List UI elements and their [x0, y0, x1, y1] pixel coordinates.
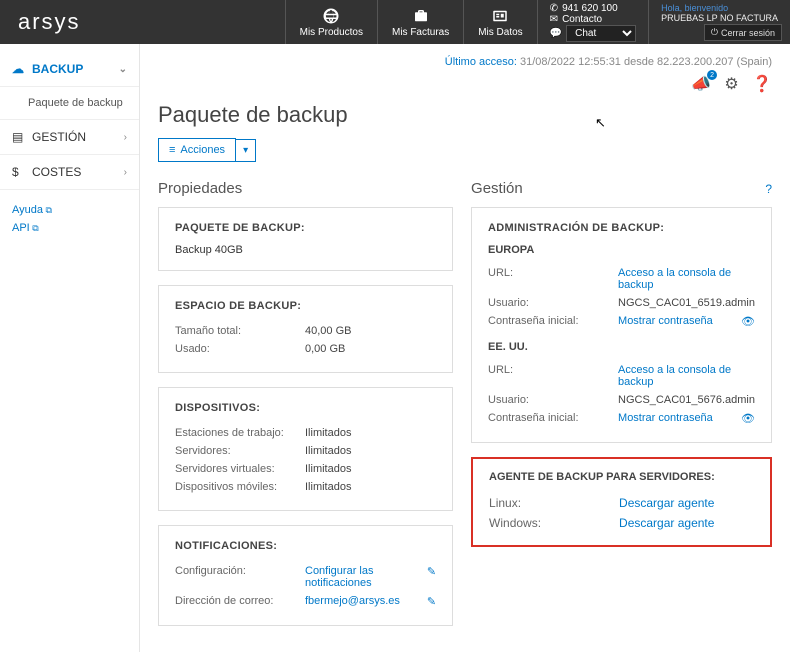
chevron-right-icon: ›: [124, 132, 127, 143]
eye-icon[interactable]: 👁: [741, 315, 755, 328]
sidebar-item-backup[interactable]: ☁ BACKUP ⌄: [0, 52, 139, 87]
logo: arsys: [0, 0, 200, 44]
sidebar-item-costes[interactable]: $ COSTES ›: [0, 155, 139, 190]
chevron-right-icon: ›: [124, 167, 127, 178]
actions-caret[interactable]: ▾: [236, 139, 256, 162]
sidebar-item-gestion[interactable]: ▤ GESTIÓN ›: [0, 120, 139, 155]
globe-icon: [322, 7, 340, 25]
chat-icon: 💬: [550, 28, 562, 39]
link-correo-notif[interactable]: fbermejo@arsys.es: [305, 595, 400, 607]
link-mostrar-pwd-eu[interactable]: Mostrar contraseña: [618, 315, 713, 327]
section-propiedades: Propiedades: [158, 180, 453, 197]
card-espacio: ESPACIO DE BACKUP: Tamaño total:40,00 GB…: [158, 285, 453, 373]
topbar: arsys Mis Productos Mis Facturas Mis Dat…: [0, 0, 790, 44]
eye-icon[interactable]: 👁: [741, 412, 755, 425]
phone-icon: ✆: [550, 3, 558, 14]
mail-icon: ✉: [550, 14, 558, 25]
megaphone-icon[interactable]: 📣2: [691, 74, 711, 94]
id-card-icon: [491, 7, 509, 25]
gear-icon[interactable]: ⚙: [724, 74, 738, 94]
card-dispositivos: DISPOSITIVOS: Estaciones de trabajo:Ilim…: [158, 387, 453, 511]
card-agente-backup: AGENTE DE BACKUP PARA SERVIDORES: Linux:…: [471, 457, 772, 547]
pencil-icon[interactable]: ✎: [427, 565, 436, 589]
help-circle-icon[interactable]: ?: [765, 182, 772, 196]
sidebar-link-api[interactable]: API: [12, 222, 127, 234]
link-consola-us[interactable]: Acceso a la consola de backup: [618, 364, 731, 388]
sidebar-sub-paquete[interactable]: Paquete de backup: [0, 87, 139, 120]
sidebar: ☁ BACKUP ⌄ Paquete de backup ▤ GESTIÓN ›…: [0, 44, 140, 652]
notif-badge: 2: [707, 70, 717, 80]
card-paquete: PAQUETE DE BACKUP: Backup 40GB: [158, 207, 453, 271]
greeting: Hola, bienvenido: [661, 3, 778, 13]
costes-icon: $: [12, 165, 26, 179]
chevron-down-icon: ⌄: [119, 64, 127, 75]
link-mostrar-pwd-us[interactable]: Mostrar contraseña: [618, 412, 713, 424]
logout-button[interactable]: ⏻Cerrar sesión: [704, 24, 782, 41]
main: Último acceso: 31/08/2022 12:55:31 desde…: [140, 44, 790, 652]
list-icon: ≡: [169, 144, 175, 156]
power-icon: ⏻: [711, 27, 718, 38]
topbar-user: Hola, bienvenido PRUEBAS LP NO FACTURA ⏻…: [648, 0, 790, 44]
chat-select[interactable]: Chat: [566, 25, 636, 42]
sidebar-links: Ayuda API: [0, 190, 139, 254]
pkg-value: Backup 40GB: [175, 244, 436, 256]
briefcase-icon: [412, 7, 430, 25]
page-title: Paquete de backup: [158, 102, 772, 128]
card-notificaciones: NOTIFICACIONES: Configuración:Configurar…: [158, 525, 453, 626]
pencil-icon[interactable]: ✎: [427, 595, 436, 608]
username: PRUEBAS LP NO FACTURA: [661, 13, 778, 23]
card-admin-backup: ADMINISTRACIÓN DE BACKUP: EUROPA URL:Acc…: [471, 207, 772, 443]
section-gestion: Gestión?: [471, 180, 772, 197]
gestion-icon: ▤: [12, 130, 26, 144]
last-access: Último acceso: 31/08/2022 12:55:31 desde…: [158, 56, 772, 68]
link-consola-eu[interactable]: Acceso a la consola de backup: [618, 267, 731, 291]
nav-data[interactable]: Mis Datos: [463, 0, 536, 44]
actions-button[interactable]: ≡Acciones: [158, 138, 236, 162]
nav-invoices[interactable]: Mis Facturas: [377, 0, 463, 44]
backup-icon: ☁: [12, 62, 26, 76]
link-configurar-notif[interactable]: Configurar las notificaciones: [305, 565, 373, 589]
link-agente-linux[interactable]: Descargar agente: [619, 496, 714, 510]
link-agente-windows[interactable]: Descargar agente: [619, 516, 714, 530]
help-icon[interactable]: ❓: [752, 74, 772, 94]
nav-products[interactable]: Mis Productos: [285, 0, 377, 44]
toolbar-icons: 📣2 ⚙ ❓: [158, 74, 772, 94]
topbar-contact: ✆ 941 620 100 ✉ Contacto 💬 Chat: [537, 0, 648, 44]
sidebar-link-ayuda[interactable]: Ayuda: [12, 204, 127, 216]
